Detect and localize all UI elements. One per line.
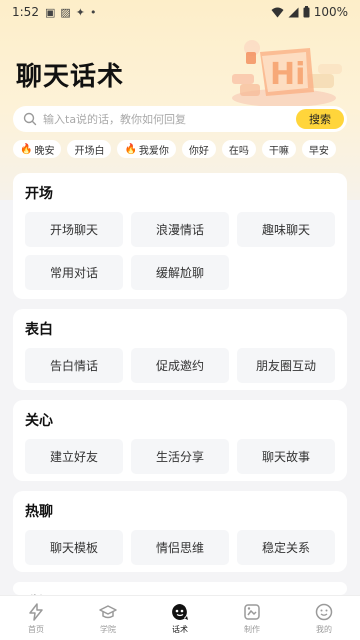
section-card-confession: 表白 告白情话 促成邀约 朋友圈互动 bbox=[13, 309, 347, 390]
search-icon bbox=[23, 112, 37, 126]
category-button[interactable]: 建立好友 bbox=[25, 439, 123, 474]
category-button[interactable]: 常用对话 bbox=[25, 255, 123, 290]
category-button[interactable]: 聊天故事 bbox=[237, 439, 335, 474]
fire-icon: 🔥 bbox=[20, 143, 33, 155]
tag-label: 晚安 bbox=[34, 145, 55, 157]
section-card-hot-chat: 热聊 聊天模板 情侣思维 稳定关系 bbox=[13, 491, 347, 572]
battery-icon bbox=[303, 6, 310, 18]
tag-label: 你好 bbox=[188, 145, 209, 157]
tag-label: 干嘛 bbox=[268, 145, 289, 157]
app-notification-icon: ✦ bbox=[75, 5, 85, 19]
page-title: 聊天话术 bbox=[16, 62, 125, 92]
tag-are-you-there[interactable]: 在吗 bbox=[221, 140, 256, 158]
lightning-icon bbox=[29, 602, 43, 621]
section-buttons: 聊天模板 情侣思维 稳定关系 bbox=[25, 530, 335, 565]
chat-bubble-icon bbox=[172, 603, 188, 620]
section-card-opening: 开场 开场聊天 浪漫情话 趣味聊天 常用对话 缓解尬聊 bbox=[13, 173, 347, 299]
image-icon: ▨ bbox=[60, 5, 71, 19]
tag-i-love-you[interactable]: 🔥 我爱你 bbox=[117, 140, 176, 158]
category-button[interactable]: 生活分享 bbox=[131, 439, 229, 474]
tag-opening-line[interactable]: 开场白 bbox=[67, 140, 112, 158]
category-button[interactable]: 趣味聊天 bbox=[237, 212, 335, 247]
section-buttons: 建立好友 生活分享 聊天故事 bbox=[25, 439, 335, 474]
signal-icon bbox=[288, 7, 299, 17]
section-title: 热聊 bbox=[25, 504, 53, 521]
tag-what-doing[interactable]: 干嘛 bbox=[261, 140, 296, 158]
status-time: 1:52 bbox=[12, 5, 39, 19]
bottom-nav: 首页 学院 话术 制作 我的 bbox=[0, 595, 360, 640]
nav-label: 学院 bbox=[100, 624, 116, 634]
nav-item-me[interactable]: 我的 bbox=[288, 596, 360, 640]
dot-icon: • bbox=[89, 5, 97, 19]
tag-label: 我爱你 bbox=[138, 145, 169, 157]
make-icon bbox=[244, 603, 260, 620]
tag-label: 早安 bbox=[308, 145, 329, 157]
section-title: 关心 bbox=[25, 413, 53, 430]
nav-label: 制作 bbox=[244, 624, 260, 634]
tag-hello[interactable]: 你好 bbox=[181, 140, 216, 158]
nav-item-scripts[interactable]: 话术 bbox=[144, 596, 216, 640]
section-card-care: 关心 建立好友 生活分享 聊天故事 bbox=[13, 400, 347, 481]
category-button[interactable]: 开场聊天 bbox=[25, 212, 123, 247]
svg-text:Hi: Hi bbox=[270, 57, 305, 92]
wifi-icon bbox=[271, 7, 284, 17]
nav-label: 首页 bbox=[28, 624, 44, 634]
smiley-icon bbox=[315, 603, 333, 620]
tag-goodnight[interactable]: 🔥 晚安 bbox=[13, 140, 62, 158]
quick-tags: 🔥 晚安 开场白 🔥 我爱你 你好 在吗 干嘛 早安 bbox=[13, 140, 336, 158]
category-button[interactable]: 告白情话 bbox=[25, 348, 123, 383]
category-button[interactable]: 缓解尬聊 bbox=[131, 255, 229, 290]
tag-good-morning[interactable]: 早安 bbox=[301, 140, 336, 158]
graduation-cap-icon bbox=[99, 604, 117, 618]
nav-item-home[interactable]: 首页 bbox=[0, 596, 72, 640]
hi-chat-illustration: Hi bbox=[232, 40, 342, 107]
status-bar: 1:52 ▣ ▨ ✦ • 100% bbox=[0, 0, 360, 24]
gallery-icon: ▣ bbox=[44, 5, 56, 19]
category-button[interactable]: 情侣思维 bbox=[131, 530, 229, 565]
section-title: 开场 bbox=[25, 186, 53, 203]
search-bar[interactable]: 搜索 bbox=[13, 106, 347, 132]
nav-label: 我的 bbox=[316, 624, 332, 634]
category-button[interactable]: 促成邀约 bbox=[131, 348, 229, 383]
section-buttons: 开场聊天 浪漫情话 趣味聊天 常用对话 缓解尬聊 bbox=[25, 212, 335, 290]
nav-item-make[interactable]: 制作 bbox=[216, 596, 288, 640]
search-button[interactable]: 搜索 bbox=[296, 109, 344, 129]
section-card-warming: 升温 bbox=[13, 582, 347, 595]
category-button[interactable]: 浪漫情话 bbox=[131, 212, 229, 247]
tag-label: 开场白 bbox=[74, 145, 105, 157]
section-buttons: 告白情话 促成邀约 朋友圈互动 bbox=[25, 348, 335, 383]
category-button[interactable]: 聊天模板 bbox=[25, 530, 123, 565]
nav-label: 话术 bbox=[172, 624, 188, 634]
category-button[interactable]: 稳定关系 bbox=[237, 530, 335, 565]
category-button[interactable]: 朋友圈互动 bbox=[237, 348, 335, 383]
tag-label: 在吗 bbox=[228, 145, 249, 157]
battery-percentage: 100% bbox=[313, 5, 348, 19]
section-title: 表白 bbox=[25, 322, 53, 339]
fire-icon: 🔥 bbox=[124, 143, 137, 155]
nav-item-academy[interactable]: 学院 bbox=[72, 596, 144, 640]
